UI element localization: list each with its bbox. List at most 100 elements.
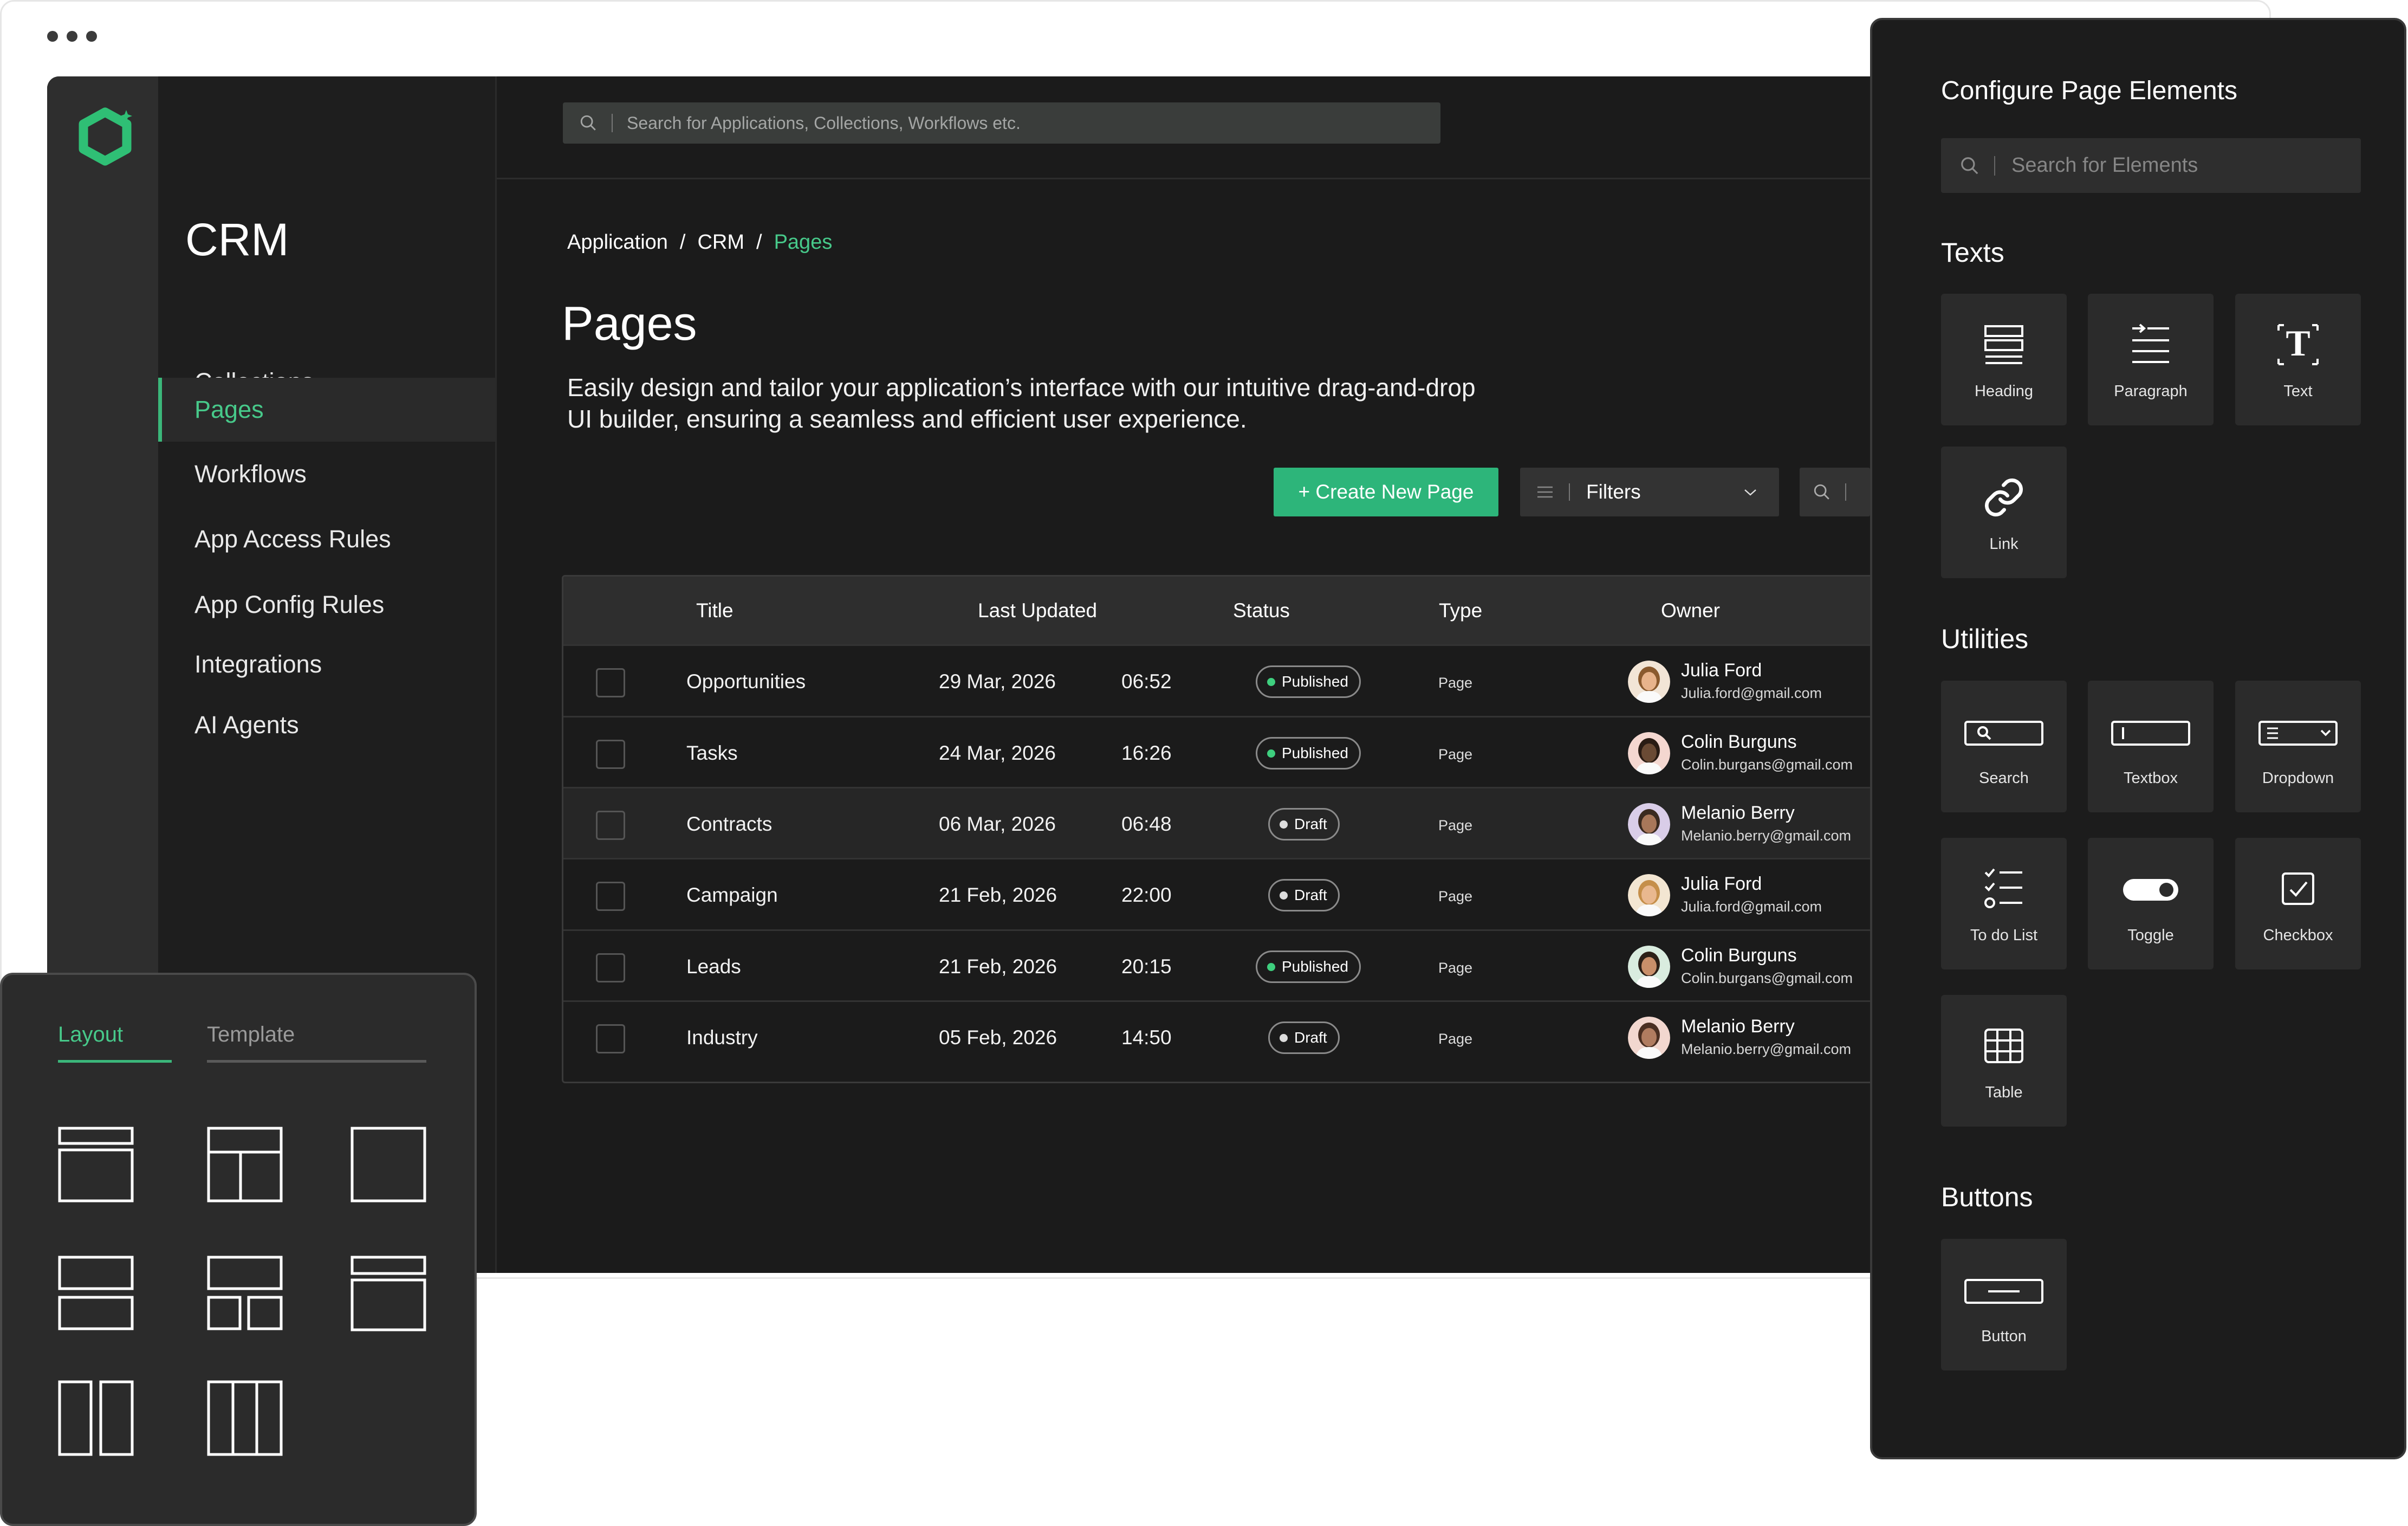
element-todo-list[interactable]: To do List <box>1941 838 2067 969</box>
row-checkbox[interactable] <box>596 740 625 769</box>
row-type: Page <box>1438 1031 1473 1047</box>
page-title: Pages <box>562 296 697 350</box>
elements-panel-title: Configure Page Elements <box>1941 76 2237 105</box>
table-row[interactable]: Campaign 21 Feb, 2026 22:00 Draft Page Julia … <box>563 858 1878 929</box>
element-button[interactable]: Button <box>1941 1239 2067 1370</box>
row-type: Page <box>1438 888 1473 904</box>
row-title[interactable]: Opportunities <box>686 670 806 693</box>
breadcrumb-pages: Pages <box>774 231 833 254</box>
element-table[interactable]: Table <box>1941 995 2067 1127</box>
layout-two-columns-icon[interactable] <box>58 1380 134 1456</box>
row-date: 24 Mar, 2026 <box>939 742 1056 764</box>
owner-name: Julia Ford <box>1681 874 1762 894</box>
status-dot <box>1280 891 1288 900</box>
status-dot <box>1267 962 1275 971</box>
element-toggle[interactable]: Toggle <box>2088 838 2214 969</box>
search-icon <box>1961 157 1978 174</box>
status-dot <box>1280 1033 1288 1042</box>
table-row[interactable]: Industry 05 Feb, 2026 14:50 Draft Page Melani… <box>563 1000 1878 1071</box>
sidebar-item-ai-agents[interactable]: AI Agents <box>158 693 497 757</box>
owner-name: Melanio Berry <box>1681 803 1795 823</box>
sidebar-item-pages[interactable]: Pages <box>158 378 497 442</box>
list-icon <box>1537 486 1553 498</box>
table-row[interactable]: Opportunities 29 Mar, 2026 06:52 Published P… <box>563 644 1878 715</box>
column-header-owner[interactable]: Owner <box>1661 599 1720 622</box>
heading-icon <box>1984 325 2023 364</box>
tab-template-underline <box>207 1060 426 1063</box>
layout-three-columns-icon[interactable] <box>207 1380 283 1456</box>
row-checkbox[interactable] <box>596 1024 625 1053</box>
layout-header-content-icon[interactable] <box>58 1127 134 1202</box>
column-header-status[interactable]: Status <box>1233 599 1290 622</box>
status-badge: Draft <box>1268 808 1340 840</box>
breadcrumb-application[interactable]: Application <box>567 231 668 254</box>
todo-list-icon <box>1984 868 2022 908</box>
element-search[interactable]: Search <box>1941 681 2067 812</box>
element-link[interactable]: Link <box>1941 447 2067 578</box>
column-header-last-updated[interactable]: Last Updated <box>978 599 1097 622</box>
element-heading[interactable]: Heading <box>1941 294 2067 425</box>
sidebar-item-integrations[interactable]: Integrations <box>158 632 497 696</box>
status-label: Draft <box>1294 1029 1327 1046</box>
element-dropdown[interactable]: Dropdown <box>2235 681 2361 812</box>
breadcrumb-separator: / <box>756 231 762 254</box>
element-label: Textbox <box>2124 770 2178 787</box>
table-row[interactable]: Contracts 06 Mar, 2026 06:48 Draft Page Melan… <box>563 787 1878 858</box>
window-controls <box>47 31 97 42</box>
app-logo-icon[interactable] <box>70 102 140 173</box>
column-header-type[interactable]: Type <box>1439 599 1482 622</box>
status-badge: Draft <box>1268 879 1340 911</box>
table-row[interactable]: Tasks 24 Mar, 2026 16:26 Published Page Colin… <box>563 716 1878 787</box>
row-title[interactable]: Tasks <box>686 742 738 765</box>
table-row[interactable]: Leads 21 Feb, 2026 20:15 Published Page Colin… <box>563 929 1878 1000</box>
sidebar-item-workflows[interactable]: Workflows <box>158 442 497 506</box>
sidebar-item-app-config-rules[interactable]: App Config Rules <box>158 573 497 637</box>
global-search-placeholder: Search for Applications, Collections, Wo… <box>627 113 1021 133</box>
row-type: Page <box>1438 746 1473 762</box>
tab-template[interactable]: Template <box>207 1023 295 1047</box>
row-title[interactable]: Campaign <box>686 884 778 907</box>
layout-header-two-column-icon[interactable] <box>207 1127 283 1202</box>
dropdown-icon <box>2258 721 2338 746</box>
element-paragraph[interactable]: Paragraph <box>2088 294 2214 425</box>
create-new-page-button[interactable]: + Create New Page <box>1274 468 1498 516</box>
row-title[interactable]: Contracts <box>686 813 772 836</box>
row-checkbox[interactable] <box>596 953 625 982</box>
row-checkbox[interactable] <box>596 668 625 697</box>
textbox-icon <box>2111 721 2190 746</box>
element-textbox[interactable]: Textbox <box>2088 681 2214 812</box>
row-date: 21 Feb, 2026 <box>939 884 1057 906</box>
owner-email: Julia.ford@gmail.com <box>1681 898 1822 915</box>
toggle-icon <box>2123 879 2178 901</box>
row-checkbox[interactable] <box>596 811 625 840</box>
status-badge: Published <box>1256 665 1361 698</box>
layout-single-icon[interactable] <box>351 1127 426 1202</box>
sidebar-item-app-access-rules[interactable]: App Access Rules <box>158 507 497 571</box>
status-dot <box>1267 677 1275 686</box>
breadcrumb-crm[interactable]: CRM <box>697 231 744 254</box>
avatar <box>1628 1017 1670 1059</box>
table-search-button[interactable] <box>1800 468 1870 516</box>
filters-label: Filters <box>1586 481 1641 503</box>
layout-banner-content-icon[interactable] <box>351 1256 426 1331</box>
element-text[interactable]: T Text <box>2235 294 2361 425</box>
status-label: Draft <box>1294 887 1327 903</box>
global-search-input[interactable]: Search for Applications, Collections, Wo… <box>563 102 1440 144</box>
elements-search-input[interactable]: Search for Elements <box>1941 138 2361 193</box>
filters-dropdown[interactable]: Filters <box>1520 468 1779 516</box>
element-label: Heading <box>1974 383 2034 400</box>
status-badge: Published <box>1256 950 1361 983</box>
row-checkbox[interactable] <box>596 882 625 911</box>
status-label: Published <box>1282 673 1348 690</box>
row-title[interactable]: Industry <box>686 1026 758 1049</box>
row-title[interactable]: Leads <box>686 955 741 978</box>
row-date: 06 Mar, 2026 <box>939 813 1056 835</box>
tab-layout[interactable]: Layout <box>58 1023 123 1047</box>
layout-two-rows-icon[interactable] <box>58 1256 134 1331</box>
column-header-title[interactable]: Title <box>696 599 734 622</box>
owner-email: Colin.burgans@gmail.com <box>1681 756 1853 773</box>
element-label: Toggle <box>2127 927 2174 944</box>
element-label: To do List <box>1970 927 2038 944</box>
element-checkbox[interactable]: Checkbox <box>2235 838 2361 969</box>
layout-row-two-columns-icon[interactable] <box>207 1256 283 1331</box>
